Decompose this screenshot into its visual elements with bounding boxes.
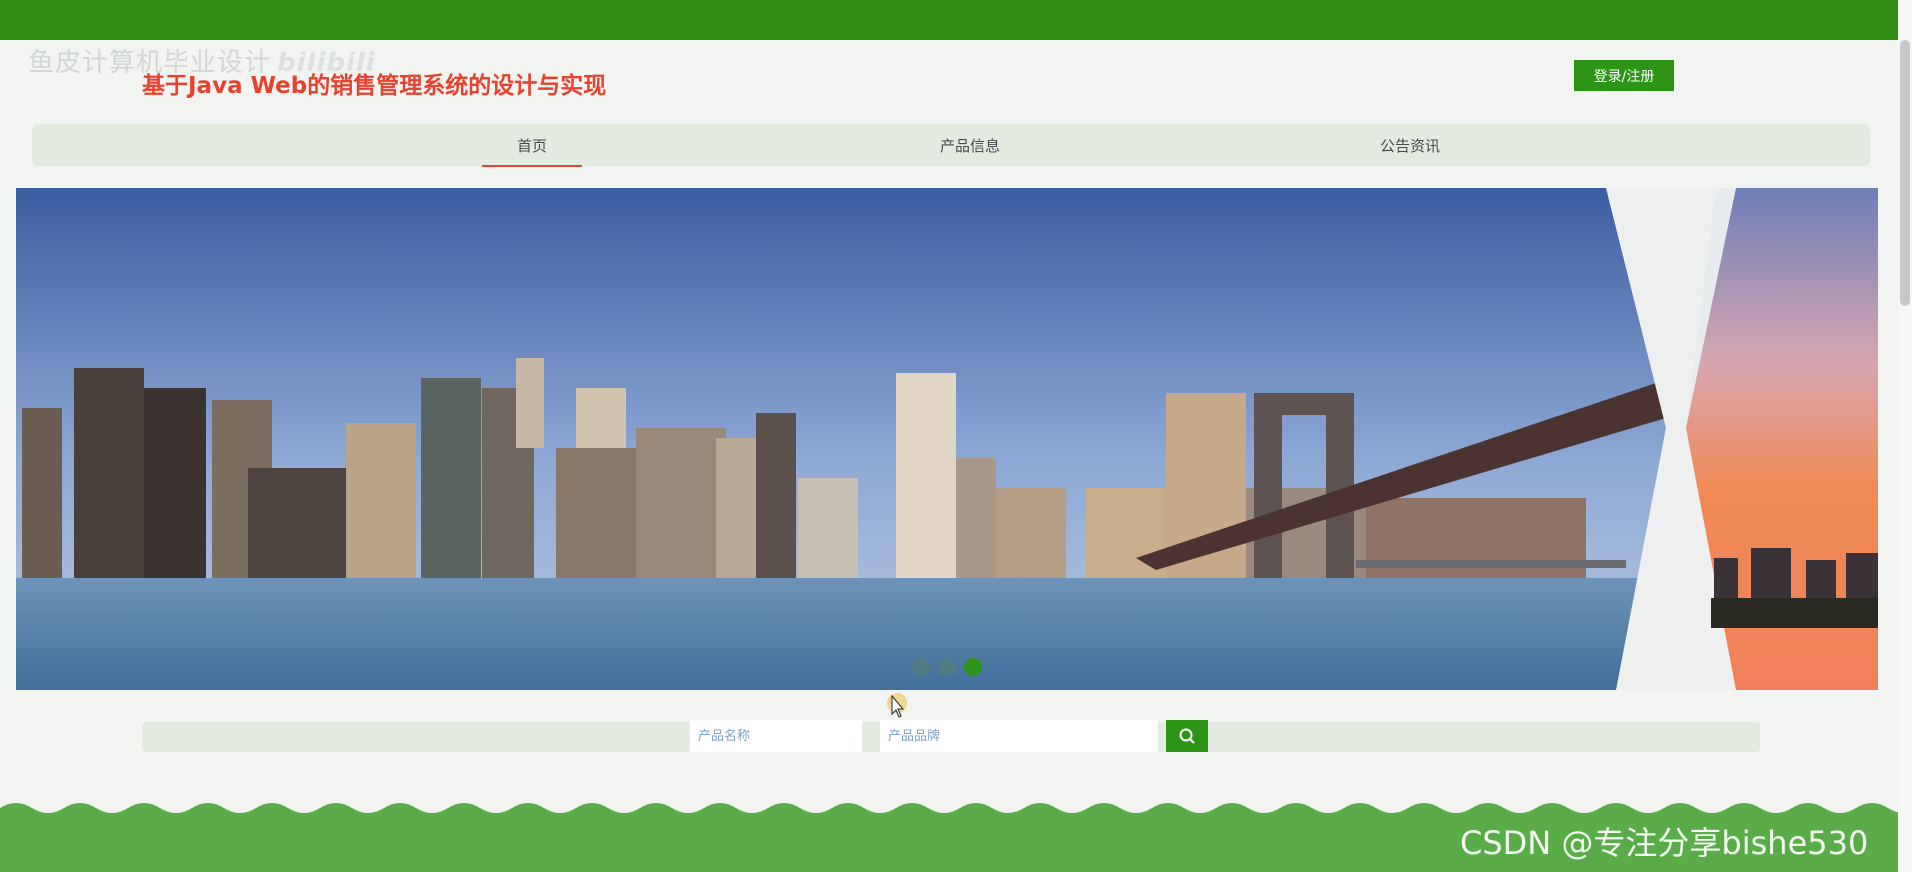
login-register-button[interactable]: 登录/注册: [1574, 60, 1674, 91]
carousel-dot-2[interactable]: [938, 658, 956, 676]
carousel-indicators: [912, 658, 982, 676]
mouse-cursor-icon: [887, 693, 907, 718]
carousel-dot-1[interactable]: [912, 658, 930, 676]
nav-item-news[interactable]: 公告资讯: [1340, 124, 1480, 166]
carousel-dot-3[interactable]: [964, 658, 982, 676]
main-nav: 首页 产品信息 公告资讯: [32, 124, 1870, 167]
scrollbar-thumb[interactable]: [1900, 40, 1910, 306]
product-name-input[interactable]: [690, 720, 862, 752]
product-brand-input[interactable]: [880, 720, 1158, 752]
banner-carousel[interactable]: [16, 188, 1878, 690]
top-bar: [0, 0, 1912, 40]
nav-item-home[interactable]: 首页: [482, 124, 582, 167]
nav-item-products[interactable]: 产品信息: [900, 124, 1040, 166]
site-title: 基于Java Web的销售管理系统的设计与实现: [142, 73, 607, 99]
banner-image-city-skyline: [16, 188, 1878, 690]
search-button[interactable]: [1166, 720, 1208, 752]
search-icon: [1179, 728, 1195, 744]
watermark-csdn: CSDN @专注分享bishe530: [1460, 824, 1869, 862]
